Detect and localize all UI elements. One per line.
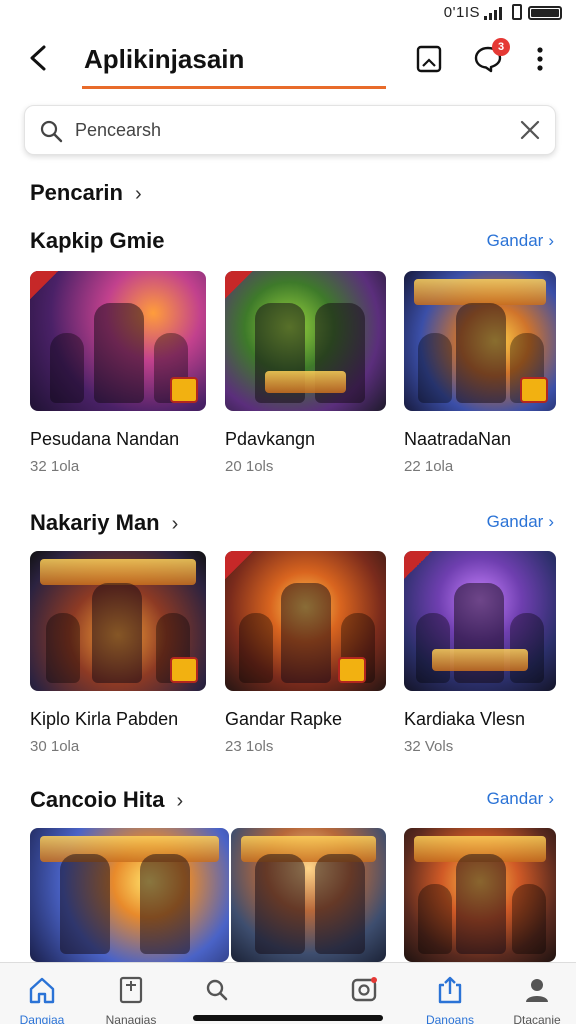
card-subtitle: 23 1ols	[225, 738, 274, 755]
see-all-link[interactable]: Gandar ›	[487, 789, 554, 809]
game-thumbnail	[404, 271, 556, 411]
nav-label: Dtacanie	[513, 1013, 561, 1024]
game-thumbnail	[30, 271, 206, 411]
game-card[interactable]: Kardiaka Vlesn 32 Vols	[404, 551, 556, 755]
document-icon	[119, 976, 143, 1004]
search-bar[interactable]	[24, 105, 556, 155]
status-time: 0'1IS	[443, 4, 480, 21]
notification-badge: 3	[492, 38, 510, 56]
game-card[interactable]: Kiplo Kirla Pabden 30 1ola	[30, 551, 206, 755]
card-title: Pesudana Nandan	[30, 429, 180, 449]
section-header-cancoio[interactable]: Cancoio Hita ›	[30, 787, 183, 813]
card-subtitle: 30 1ola	[30, 738, 80, 755]
chevron-right-icon: ›	[134, 183, 142, 205]
game-card[interactable]: Gandar Rapke 23 1ols	[225, 551, 386, 755]
chevron-right-icon: ›	[548, 231, 554, 250]
card-subtitle: 22 1ola	[404, 458, 454, 475]
see-all-link[interactable]: Gandar ›	[487, 512, 554, 532]
card-subtitle: 32 Vols	[404, 738, 454, 755]
camera-icon	[351, 977, 377, 1002]
app-header: Aplikinjasain 3	[0, 30, 576, 94]
battery-icon	[528, 6, 562, 20]
nav-item-home[interactable]: Dangiaa	[0, 963, 90, 1024]
profile-icon	[526, 979, 548, 1002]
title-underline	[82, 86, 386, 89]
game-thumbnail	[30, 828, 229, 962]
section-title: Cancoio Hita	[30, 787, 165, 812]
back-icon[interactable]	[26, 42, 54, 74]
game-card[interactable]: NaatradaNan 22 1ola	[404, 271, 556, 475]
more-icon[interactable]	[528, 44, 552, 74]
game-card[interactable]: Pesudana Nandan 32 1ola	[30, 271, 206, 475]
card-title: Gandar Rapke	[225, 709, 343, 729]
section-title: Kapkip Gmie	[30, 228, 165, 253]
status-bar: 0'1IS	[0, 0, 576, 28]
search-icon	[40, 120, 63, 143]
nav-item-profile[interactable]: Dtacanie	[489, 963, 576, 1024]
game-thumbnail	[225, 271, 386, 411]
game-card[interactable]	[404, 828, 556, 962]
card-title: Pdavkangn	[225, 429, 316, 449]
chevron-right-icon: ›	[548, 789, 554, 808]
card-title: Kardiaka Vlesn	[404, 709, 526, 729]
game-thumbnail	[404, 828, 556, 962]
card-title: Kiplo Kirla Pabden	[30, 709, 179, 729]
search-icon	[206, 979, 228, 1001]
game-card[interactable]	[30, 828, 229, 962]
chevron-right-icon: ›	[171, 513, 179, 535]
card-subtitle: 20 1ols	[225, 458, 274, 475]
see-all-link[interactable]: Gandar ›	[487, 231, 554, 251]
see-all-label: Gandar	[486, 512, 544, 531]
bookmark-icon[interactable]	[414, 44, 444, 74]
chevron-right-icon: ›	[548, 512, 554, 531]
chevron-right-icon: ›	[176, 790, 184, 812]
sim-icon	[512, 4, 522, 20]
nav-item-documents[interactable]: Nanagias	[83, 963, 179, 1024]
game-thumbnail	[231, 828, 386, 962]
section-title: Pencarin	[30, 180, 123, 205]
game-thumbnail	[404, 551, 556, 691]
nav-label: Nanagias	[105, 1013, 157, 1024]
share-icon	[438, 976, 462, 1004]
signal-icon	[484, 6, 502, 20]
game-thumbnail	[225, 551, 386, 691]
nav-item-share[interactable]: Danoans	[402, 963, 498, 1024]
page-title: Aplikinjasain	[84, 44, 245, 74]
game-thumbnail	[30, 551, 206, 691]
close-icon[interactable]	[519, 119, 541, 141]
game-card[interactable]: Pdavkangn 20 1ols	[225, 271, 386, 475]
nav-label: Danoans	[425, 1013, 475, 1024]
see-all-label: Gandar	[486, 231, 544, 250]
game-card[interactable]	[231, 828, 386, 962]
home-icon	[29, 977, 55, 1004]
nav-label: Dangiaa	[19, 1013, 65, 1024]
section-header-pencarin[interactable]: Pencarin ›	[30, 180, 142, 206]
see-all-label: Gandar	[486, 789, 544, 808]
search-input[interactable]	[75, 114, 495, 146]
section-title: Nakariy Man	[30, 510, 160, 535]
section-header-nakariy[interactable]: Nakariy Man ›	[30, 510, 178, 536]
card-title: NaatradaNan	[404, 429, 512, 449]
home-indicator	[193, 1015, 383, 1021]
card-subtitle: 32 1ola	[30, 458, 80, 475]
